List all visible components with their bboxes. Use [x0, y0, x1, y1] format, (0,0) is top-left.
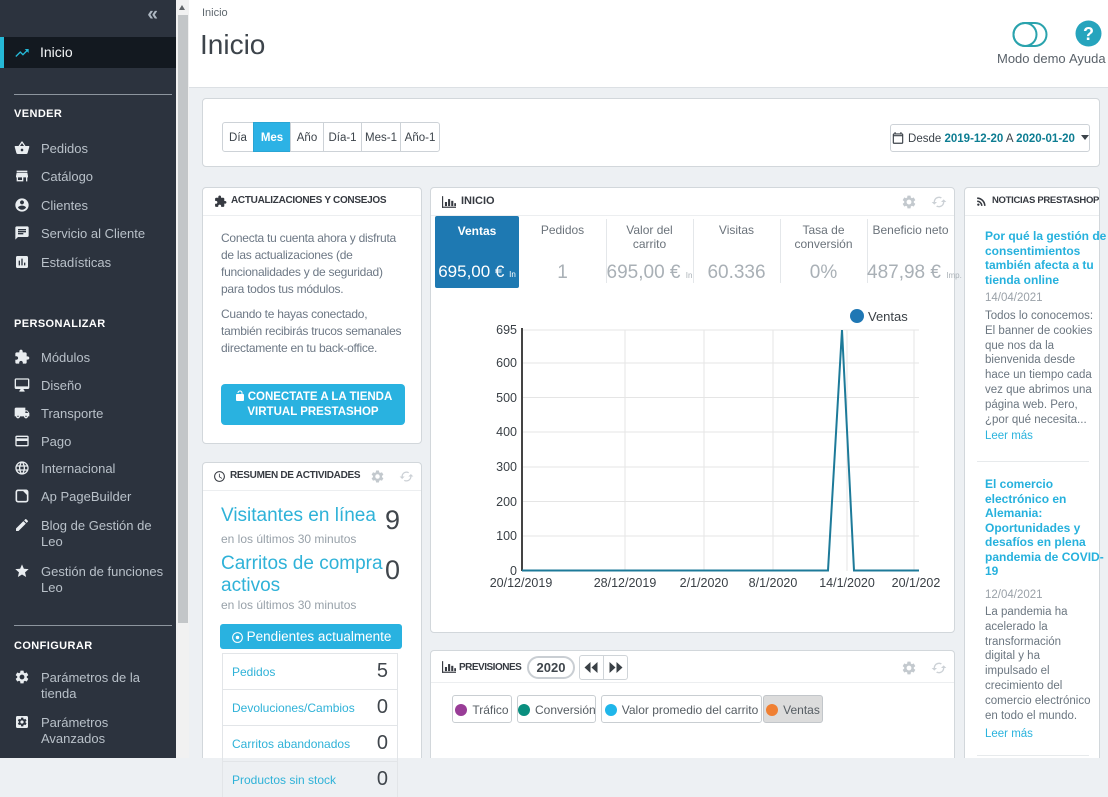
svg-text:?: ? [1083, 24, 1094, 44]
svg-text:20/12/2019: 20/12/2019 [490, 576, 553, 590]
svg-text:Ventas: Ventas [868, 309, 908, 324]
svg-text:200: 200 [496, 495, 517, 509]
svg-text:400: 400 [496, 425, 517, 439]
svg-text:8/1/2020: 8/1/2020 [749, 576, 798, 590]
svg-text:14/1/2020: 14/1/2020 [819, 576, 875, 590]
svg-text:100: 100 [496, 529, 517, 543]
svg-text:300: 300 [496, 460, 517, 474]
svg-text:2/1/2020: 2/1/2020 [680, 576, 729, 590]
svg-text:695: 695 [496, 323, 517, 337]
svg-text:500: 500 [496, 391, 517, 405]
svg-text:20/1/202: 20/1/202 [892, 576, 941, 590]
svg-text:600: 600 [496, 356, 517, 370]
svg-text:28/12/2019: 28/12/2019 [594, 576, 657, 590]
